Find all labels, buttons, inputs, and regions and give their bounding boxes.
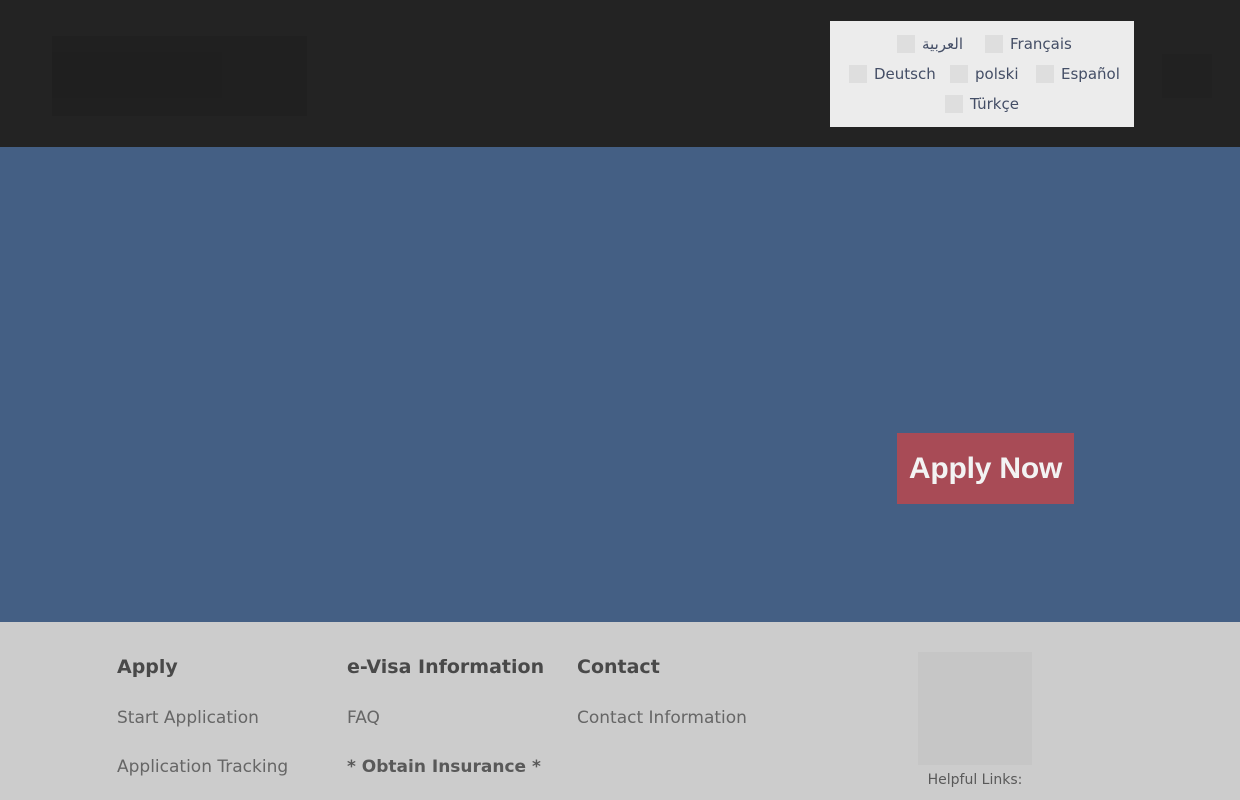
apply-now-button[interactable]: Apply Now — [897, 433, 1074, 504]
logo-mark — [52, 52, 222, 98]
footer-contact-title: Contact — [577, 656, 660, 678]
flag-icon — [985, 35, 1003, 53]
site-logo[interactable] — [52, 36, 307, 116]
language-label: polski — [975, 65, 1019, 83]
helpful-links-image[interactable] — [918, 652, 1032, 765]
page: العربية Français Deutsch polski Español … — [0, 0, 1240, 800]
contact-information-link[interactable]: Contact Information — [577, 708, 747, 728]
application-tracking-link[interactable]: Application Tracking — [117, 757, 288, 777]
language-label: Türkçe — [970, 95, 1019, 113]
footer-apply-title: Apply — [117, 656, 178, 678]
language-turkish[interactable]: Türkçe — [945, 94, 1019, 114]
language-arabic[interactable]: العربية — [897, 34, 963, 54]
language-label: العربية — [922, 35, 963, 53]
flag-icon — [897, 35, 915, 53]
language-label: Español — [1061, 65, 1120, 83]
flag-icon — [849, 65, 867, 83]
footer-evisa-title: e-Visa Information — [347, 656, 545, 678]
site-header: العربية Français Deutsch polski Español … — [0, 0, 1240, 147]
language-polish[interactable]: polski — [950, 64, 1019, 84]
flag-icon — [945, 95, 963, 113]
flag-icon — [1036, 65, 1054, 83]
language-label: Français — [1010, 35, 1072, 53]
language-german[interactable]: Deutsch — [849, 64, 936, 84]
site-footer: Apply Start Application Application Trac… — [0, 622, 1240, 800]
obtain-insurance-link[interactable]: * Obtain Insurance * — [347, 757, 541, 777]
flag-icon — [950, 65, 968, 83]
helpful-links-label: Helpful Links: — [927, 772, 1023, 788]
hero-banner: Apply Now — [0, 147, 1240, 622]
language-french[interactable]: Français — [985, 34, 1072, 54]
faq-link[interactable]: FAQ — [347, 708, 380, 728]
start-application-link[interactable]: Start Application — [117, 708, 259, 728]
language-spanish[interactable]: Español — [1036, 64, 1120, 84]
language-label: Deutsch — [874, 65, 936, 83]
language-selector: العربية Français Deutsch polski Español … — [830, 21, 1134, 127]
menu-toggle-button[interactable] — [1162, 54, 1212, 98]
